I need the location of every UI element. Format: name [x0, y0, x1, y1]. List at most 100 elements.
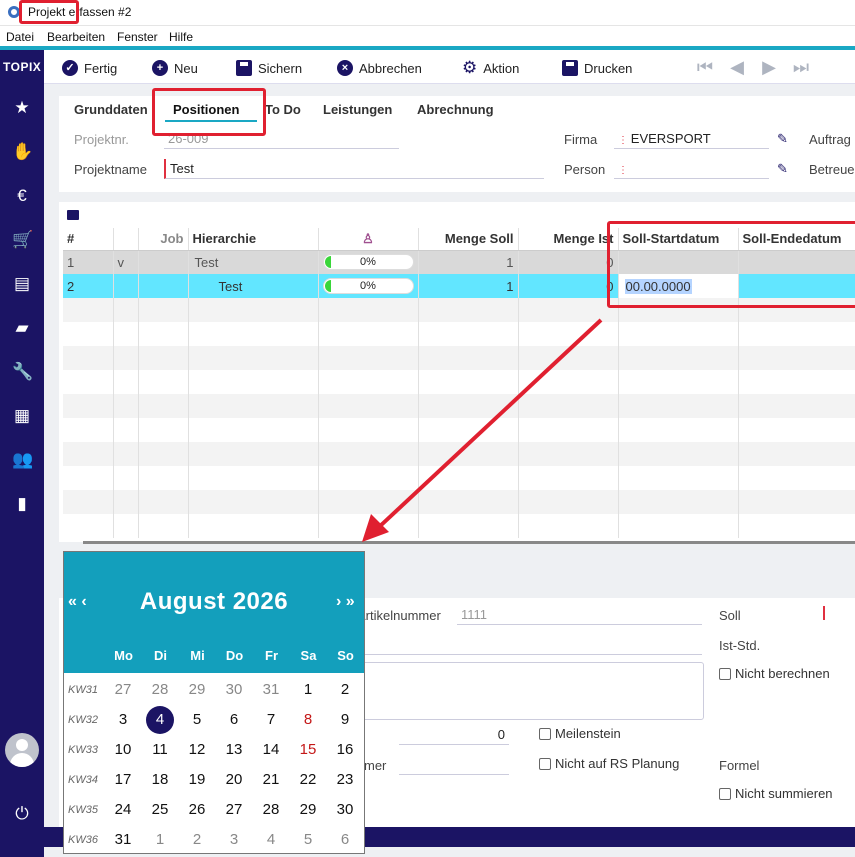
firma-field[interactable]: ⋮ EVERSPORT — [614, 129, 769, 149]
people-icon[interactable]: 👥 — [12, 450, 33, 470]
prev-record-icon[interactable]: ◀ — [728, 58, 746, 76]
description-textarea[interactable] — [357, 662, 704, 720]
calendar-day[interactable]: 31 — [107, 827, 139, 853]
calendar-day[interactable]: 2 — [181, 827, 213, 853]
calendar-next-nav[interactable]: › » — [336, 593, 355, 611]
calendar-day[interactable]: 1 — [144, 827, 176, 853]
calculator-icon[interactable]: ▦ — [12, 406, 32, 426]
calendar-day[interactable]: 12 — [181, 737, 213, 763]
horizontal-scrollbar[interactable] — [83, 541, 855, 544]
calendar-day[interactable]: 30 — [218, 677, 250, 703]
calendar-day[interactable]: 11 — [144, 737, 176, 763]
abbrechen-button[interactable]: × Abbrechen — [337, 58, 422, 78]
nicht-rs-planung-checkbox[interactable]: Nicht auf RS Planung — [539, 756, 679, 771]
calendar-day[interactable]: 18 — [144, 767, 176, 793]
calendar-day[interactable]: 27 — [218, 797, 250, 823]
euro-document-icon[interactable]: € — [12, 186, 32, 206]
calendar-month-title[interactable]: August 2026 — [64, 588, 364, 616]
next-record-icon[interactable]: ▶ — [760, 58, 778, 76]
calendar-day[interactable]: 4 — [144, 706, 176, 734]
calendar-day[interactable]: 5 — [292, 827, 324, 853]
calendar-day[interactable]: 21 — [255, 767, 287, 793]
calendar-day[interactable]: 9 — [329, 707, 361, 733]
calendar-day[interactable]: 6 — [329, 827, 361, 853]
user-avatar[interactable] — [5, 733, 39, 767]
artikelnummer-field[interactable]: 1111 — [457, 605, 702, 625]
calendar-day[interactable]: 23 — [329, 767, 361, 793]
calendar-day[interactable]: 10 — [107, 737, 139, 763]
calendar-day[interactable]: 28 — [255, 797, 287, 823]
calendar-day[interactable]: 3 — [218, 827, 250, 853]
calendar-day[interactable]: 2 — [329, 677, 361, 703]
handshake-icon[interactable]: ✋ — [12, 142, 33, 162]
calendar-day[interactable]: 25 — [144, 797, 176, 823]
star-icon[interactable]: ★ — [12, 98, 32, 118]
calendar-day[interactable]: 15 — [292, 737, 324, 763]
calendar-day[interactable]: 20 — [218, 767, 250, 793]
col-menge-ist[interactable]: Menge Ist — [518, 228, 619, 251]
calendar-day[interactable]: 5 — [181, 707, 213, 733]
tab-grunddaten[interactable]: Grunddaten — [74, 102, 148, 117]
calendar-day[interactable]: 1 — [292, 677, 324, 703]
col-job[interactable]: Job — [138, 228, 189, 251]
person-field[interactable]: ⋮ — [614, 159, 769, 179]
calendar-day[interactable]: 16 — [329, 737, 361, 763]
wrench-icon[interactable]: 🔧 — [12, 362, 33, 382]
calendar-day[interactable]: 22 — [292, 767, 324, 793]
folder-icon[interactable]: ▰ — [12, 318, 32, 338]
weekday-mi: Mi — [190, 648, 205, 663]
calendar-day[interactable]: 29 — [292, 797, 324, 823]
checkbox-box — [719, 667, 731, 680]
quantity-field[interactable]: 0 — [399, 725, 509, 745]
col-progress[interactable]: ♙ — [318, 228, 419, 251]
chart-icon[interactable]: ▮ — [12, 494, 32, 514]
menu-datei[interactable]: Datei — [6, 30, 34, 44]
progress-bar: 0% — [322, 254, 414, 271]
calendar-day[interactable]: 28 — [144, 677, 176, 703]
calendar-day[interactable]: 4 — [255, 827, 287, 853]
calendar-day[interactable]: 29 — [181, 677, 213, 703]
cart-icon[interactable]: 🛒 — [12, 230, 33, 250]
projektname-field[interactable]: Test — [164, 159, 544, 179]
first-record-icon[interactable]: ⏮ — [696, 58, 714, 76]
grid-menu-icon[interactable] — [67, 210, 79, 220]
drucken-button[interactable]: Drucken — [562, 58, 632, 78]
meilenstein-checkbox[interactable]: Meilenstein — [539, 726, 621, 741]
calendar-day[interactable]: 13 — [218, 737, 250, 763]
col-num[interactable]: # — [63, 228, 114, 251]
bank-icon[interactable]: ▤ — [12, 274, 32, 294]
sichern-button[interactable]: Sichern — [236, 58, 302, 78]
last-record-icon[interactable]: ⏭ — [792, 58, 810, 76]
menu-fenster[interactable]: Fenster — [117, 30, 158, 44]
calendar-day[interactable]: 7 — [255, 707, 287, 733]
calendar-day[interactable]: 19 — [181, 767, 213, 793]
fertig-button[interactable]: ✓ Fertig — [62, 58, 117, 78]
detail-field[interactable] — [357, 635, 702, 655]
calendar-day[interactable]: 8 — [292, 707, 324, 733]
calendar-day[interactable]: 6 — [218, 707, 250, 733]
col-hierarchie[interactable]: Hierarchie — [188, 228, 319, 251]
tab-abrechnung[interactable]: Abrechnung — [417, 102, 494, 117]
calendar-day[interactable]: 26 — [181, 797, 213, 823]
neu-button[interactable]: + Neu — [152, 58, 198, 78]
person-edit-icon[interactable]: ✎ — [777, 162, 791, 176]
nicht-summieren-checkbox[interactable]: Nicht summieren — [719, 786, 833, 801]
nummer-field[interactable] — [399, 755, 509, 775]
col-menge-soll[interactable]: Menge Soll — [418, 228, 519, 251]
nicht-berechnen-checkbox[interactable]: Nicht berechnen — [719, 666, 830, 681]
power-icon[interactable]: ⏻ — [12, 804, 32, 824]
menu-hilfe[interactable]: Hilfe — [169, 30, 193, 44]
calendar-day[interactable]: 31 — [255, 677, 287, 703]
calendar-day[interactable]: 24 — [107, 797, 139, 823]
calendar-day[interactable]: 14 — [255, 737, 287, 763]
calendar-day[interactable]: 30 — [329, 797, 361, 823]
calendar-day[interactable]: 27 — [107, 677, 139, 703]
tab-todo[interactable]: To Do — [265, 102, 301, 117]
col-v[interactable] — [113, 228, 139, 251]
calendar-day[interactable]: 3 — [107, 707, 139, 733]
tab-leistungen[interactable]: Leistungen — [323, 102, 392, 117]
aktion-button[interactable]: ⚙ Aktion — [462, 58, 519, 78]
firma-edit-icon[interactable]: ✎ — [777, 132, 791, 146]
calendar-day[interactable]: 17 — [107, 767, 139, 793]
menu-bearbeiten[interactable]: Bearbeiten — [47, 30, 105, 44]
